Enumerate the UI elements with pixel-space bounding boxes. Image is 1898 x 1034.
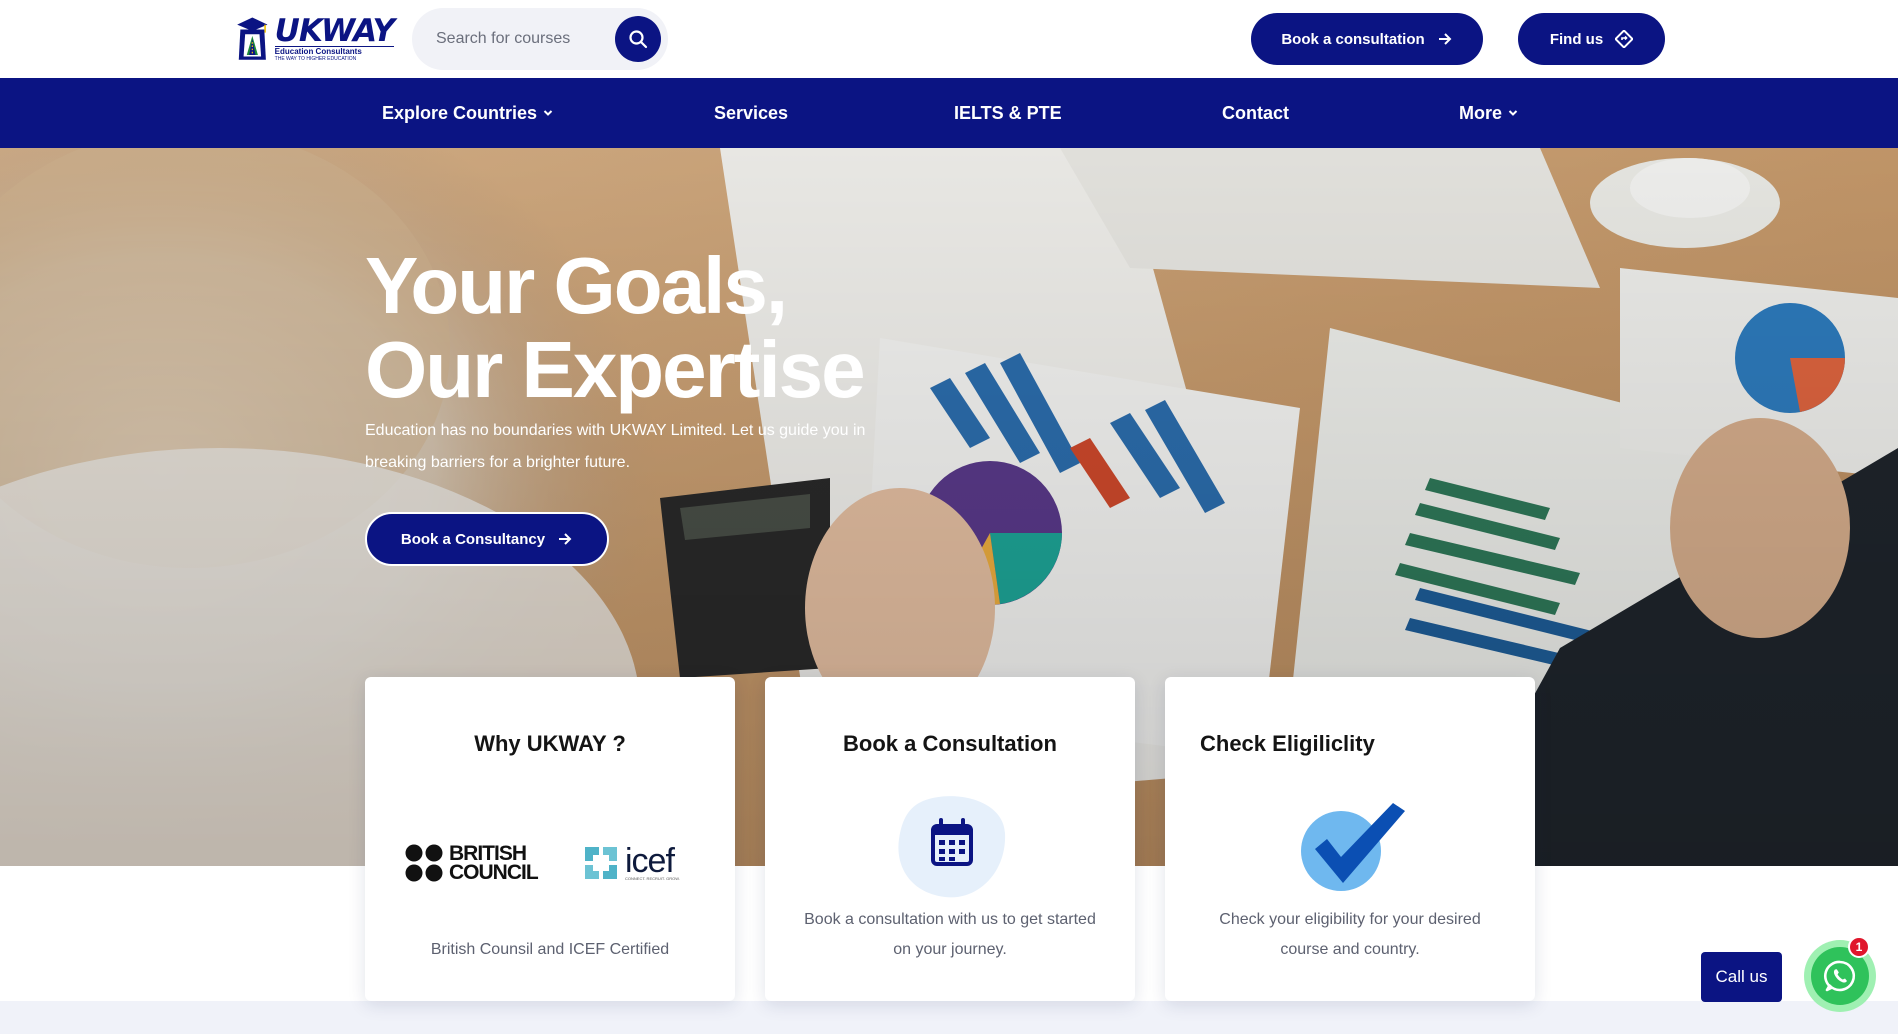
logo-name: UKWAY — [274, 13, 395, 49]
nav-item-label: Contact — [1222, 102, 1289, 123]
why-ukway-card[interactable]: Why UKWAY ? BRITISH COUNCIL icef CONNECT… — [365, 677, 735, 1001]
ukway-logo[interactable]: UKWAY Education Consultants THE WAY TO H… — [234, 8, 395, 70]
book-consultation-label: Book a consultation — [1281, 30, 1425, 48]
call-us-button[interactable]: Call us — [1701, 952, 1782, 1002]
icef-tagline: CONNECT. RECRUIT. GROW. — [625, 875, 680, 881]
ukway-emblem-icon — [237, 17, 268, 60]
hero-title-line-1: Your Goals, — [365, 241, 788, 330]
search-bar — [412, 8, 668, 70]
british-council-dots-icon — [405, 844, 443, 882]
british-council-logo: BRITISH COUNCIL — [405, 841, 545, 885]
icef-logo: icef CONNECT. RECRUIT. GROW. — [583, 841, 693, 885]
card-description: British Counsil and ICEF Certified — [430, 941, 670, 958]
calendar-icon — [898, 796, 1006, 898]
logo-subtitle: Education Consultants — [274, 46, 394, 56]
book-consultancy-button[interactable]: Book a Consultancy — [365, 512, 609, 566]
nav-item-label: More — [1459, 102, 1503, 123]
nav-item-ielts-pte[interactable]: IELTS & PTE — [954, 78, 1062, 148]
hero-title-line-2: Our Expertise — [365, 325, 866, 414]
search-icon — [629, 30, 648, 49]
logo-tagline: THE WAY TO HIGHER EDUCATION — [274, 56, 357, 62]
nav-item-label: Explore Countries — [382, 102, 538, 123]
card-title: Why UKWAY ? — [474, 731, 626, 756]
whatsapp-icon — [1824, 960, 1856, 992]
nav-item-label: Services — [714, 102, 789, 123]
icef-mark-icon — [585, 847, 617, 879]
search-input[interactable] — [436, 26, 596, 52]
arrow-right-icon — [559, 533, 572, 545]
nav-item-more[interactable]: More — [1459, 78, 1518, 148]
nav-item-explore-countries[interactable]: Explore Countries — [382, 78, 553, 148]
directions-icon — [1615, 30, 1634, 48]
book-consultation-button[interactable]: Book a consultation — [1251, 13, 1483, 65]
card-description: Check your eligibility for your desired … — [1219, 911, 1481, 958]
card-description: Book a consultation with us to get start… — [804, 911, 1096, 958]
british-council-line-2: COUNCIL — [449, 861, 539, 884]
book-consultation-card[interactable]: Book a Consultation Book a consultation … — [765, 677, 1135, 1001]
nav-item-services[interactable]: Services — [714, 78, 788, 148]
notification-badge: 1 — [1848, 936, 1870, 958]
chevron-down-icon — [1508, 110, 1518, 116]
chevron-down-icon — [543, 110, 553, 116]
nav-item-label: IELTS & PTE — [954, 102, 1062, 123]
card-title: Check Eligiliclity — [1200, 731, 1375, 756]
book-consultancy-label: Book a Consultancy — [400, 530, 546, 548]
nav-item-contact[interactable]: Contact — [1222, 78, 1289, 148]
bottom-section-background — [0, 1001, 1898, 1034]
top-header: UKWAY Education Consultants THE WAY TO H… — [0, 0, 1898, 78]
arrow-right-icon — [1438, 33, 1452, 45]
icef-wordmark: icef — [625, 841, 675, 880]
call-us-label: Call us — [1715, 967, 1768, 986]
card-title: Book a Consultation — [843, 731, 1057, 756]
checkmark-icon — [1301, 803, 1405, 891]
main-navigation: Explore Countries Services IELTS & PTE C… — [0, 78, 1898, 148]
hero-title: Your Goals, Our Expertise — [365, 244, 1065, 412]
hero-description: Education has no boundaries with UKWAY L… — [365, 422, 866, 471]
find-us-button[interactable]: Find us — [1518, 13, 1665, 65]
find-us-label: Find us — [1549, 30, 1604, 48]
search-button[interactable] — [615, 16, 661, 62]
check-eligibility-card[interactable]: Check Eligiliclity Check your eligibilit… — [1165, 677, 1535, 1001]
